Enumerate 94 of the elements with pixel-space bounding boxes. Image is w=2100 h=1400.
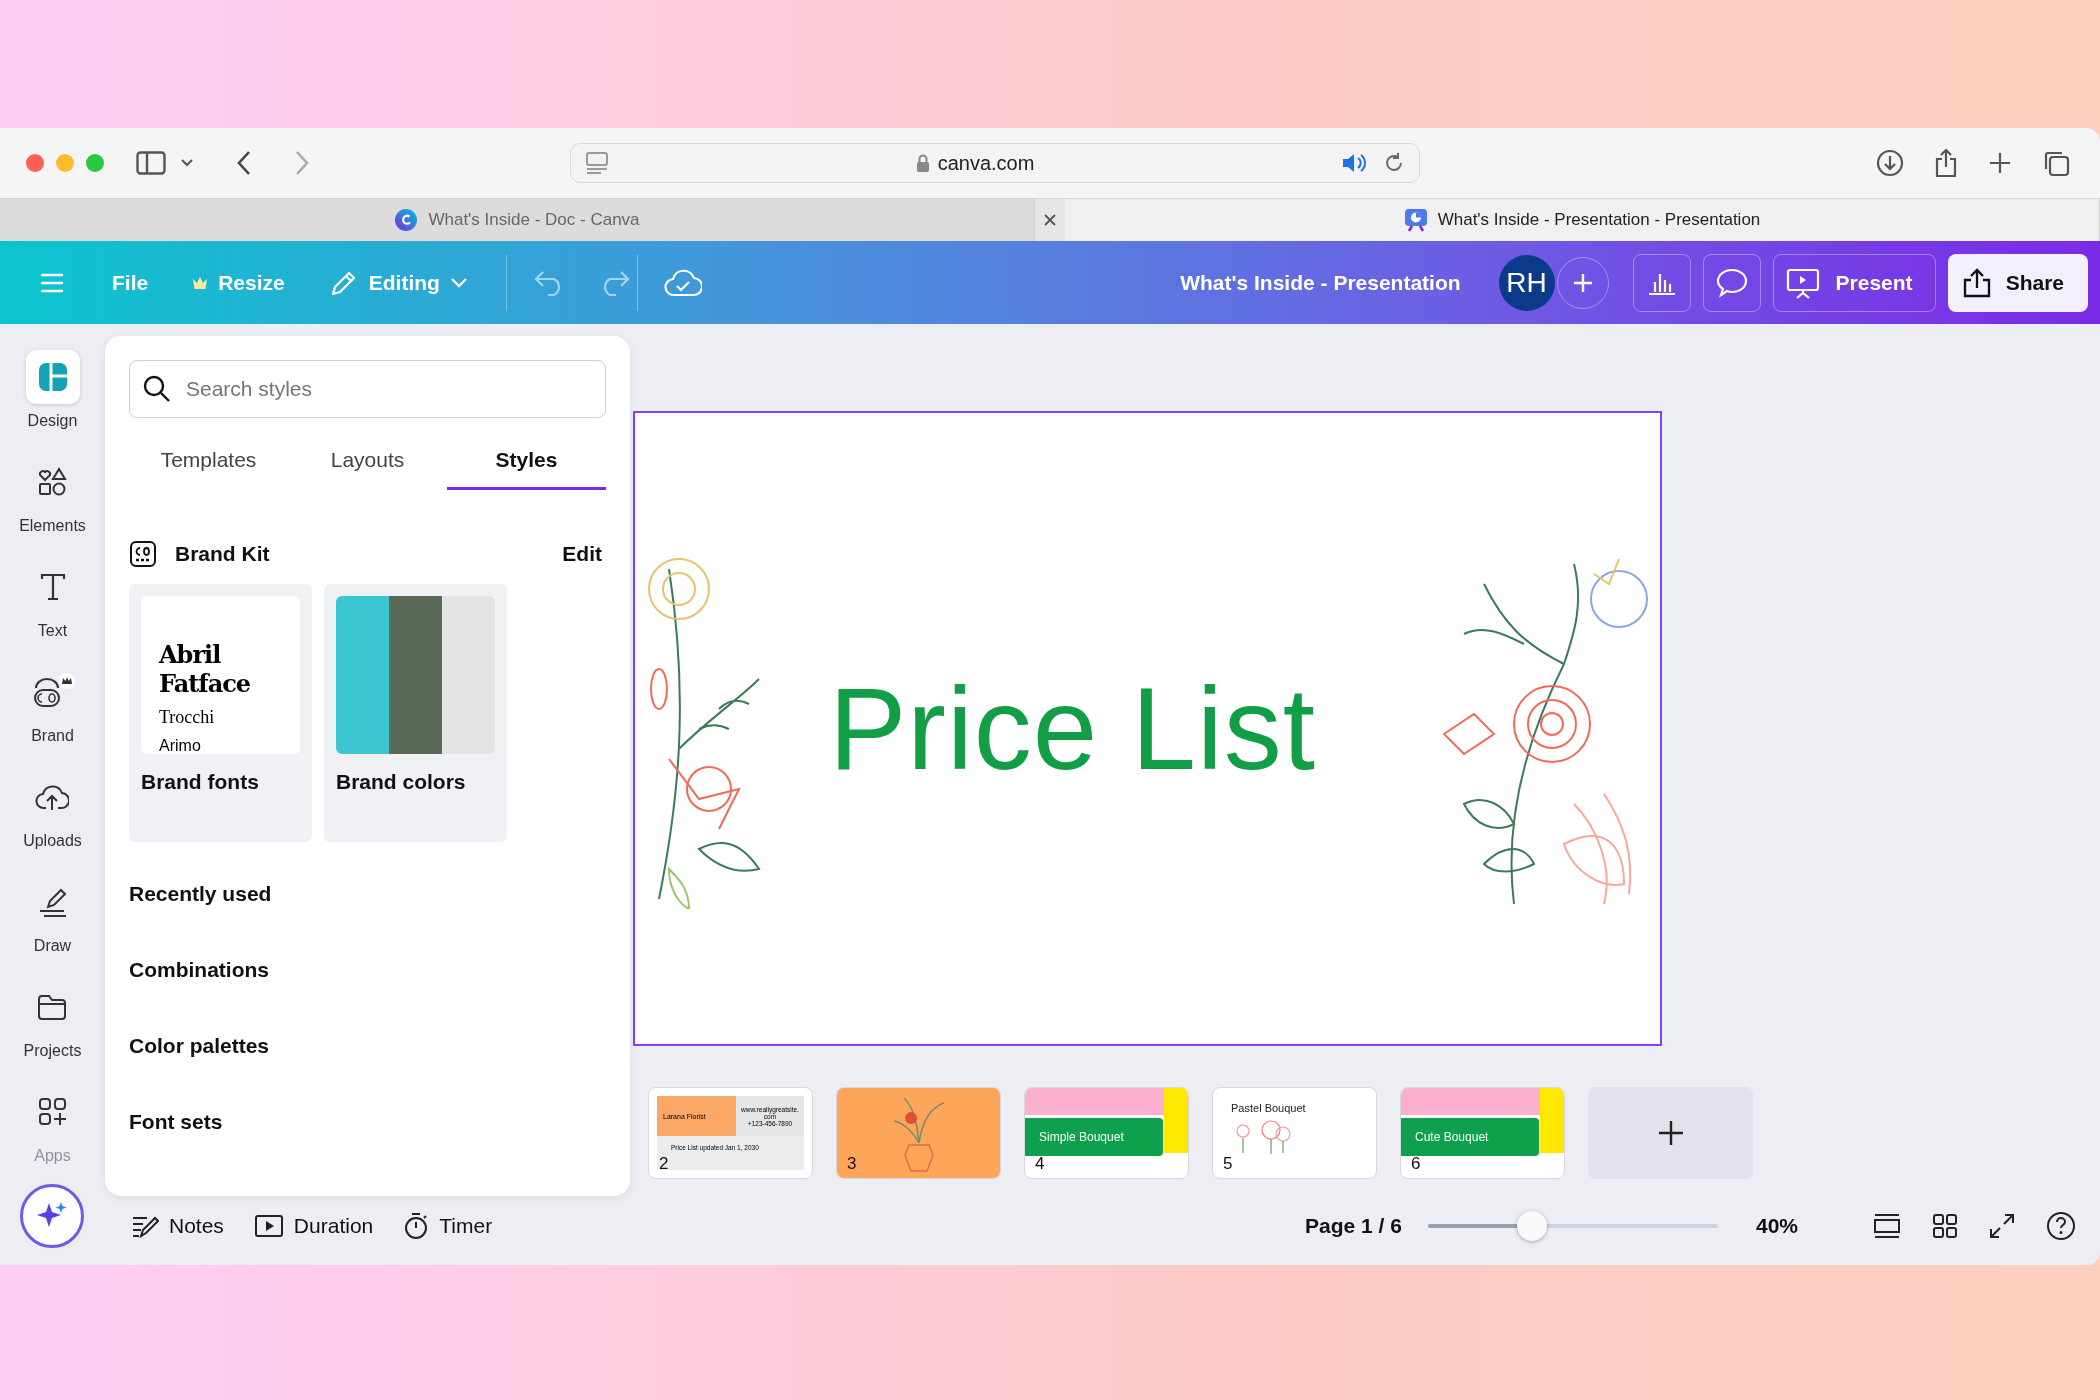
panel-tab[interactable]: Layouts: [288, 432, 447, 490]
insights-button[interactable]: [1632, 253, 1691, 312]
document-title[interactable]: What's Inside - Presentation: [1180, 270, 1461, 295]
browser-tab[interactable]: What's Inside - Presentation - Presentation: [1065, 199, 2100, 241]
panel-tab[interactable]: Templates: [129, 432, 288, 490]
plus-icon: [1657, 1120, 1684, 1146]
thumbnail-text: Simple Bouquet: [1025, 1118, 1163, 1156]
back-icon[interactable]: [236, 150, 252, 176]
close-window-button[interactable]: [26, 154, 44, 172]
page-number: 5: [1223, 1154, 1233, 1174]
shapes-icon: [37, 467, 68, 497]
search-icon: [143, 375, 171, 403]
page-number: 4: [1035, 1154, 1045, 1174]
grid-view-icon[interactable]: [1932, 1213, 1958, 1239]
section-title: Brand Kit: [175, 542, 270, 566]
sidebar-item[interactable]: Elements: [19, 455, 86, 535]
fullscreen-icon[interactable]: [1988, 1212, 2016, 1240]
presentation-screen-icon: [1785, 266, 1820, 299]
duration-button[interactable]: Duration: [247, 1210, 380, 1242]
page-thumbnail[interactable]: Pastel Bouquet 5: [1212, 1087, 1377, 1179]
brand-fonts-card[interactable]: Abril Fatface Trocchi Arimo Brand fonts: [129, 584, 312, 842]
share-icon[interactable]: [1934, 148, 1958, 178]
chevron-down-icon[interactable]: [180, 158, 194, 168]
play-box-icon: [253, 1214, 284, 1238]
folder-icon: [37, 993, 68, 1021]
plus-icon: [1572, 272, 1593, 293]
cloud-upload-icon: [35, 783, 70, 811]
page-number: 3: [847, 1154, 857, 1174]
page-thumbnail[interactable]: 3: [836, 1087, 1001, 1179]
edit-link[interactable]: Edit: [562, 542, 602, 566]
sidebar-item[interactable]: Projects: [23, 980, 82, 1060]
notes-icon: [131, 1214, 159, 1238]
panel-tab[interactable]: Styles: [447, 432, 606, 490]
page-number: 2: [659, 1154, 669, 1174]
present-button[interactable]: Present: [1772, 253, 1936, 312]
page-number: 6: [1411, 1154, 1421, 1174]
sidebar-item[interactable]: Draw: [25, 875, 80, 955]
timer-button[interactable]: Timer: [397, 1208, 499, 1244]
card-label: Brand fonts: [141, 770, 260, 794]
stopwatch-icon: [403, 1212, 430, 1240]
zoom-percentage[interactable]: 40%: [1755, 1214, 1798, 1238]
download-icon[interactable]: [1876, 149, 1904, 177]
help-icon[interactable]: [2046, 1211, 2076, 1241]
sidebar-icon[interactable]: [136, 151, 166, 175]
brand-kit-icon: [129, 540, 157, 568]
user-avatar[interactable]: RH: [1498, 254, 1555, 311]
new-tab-icon[interactable]: [1988, 151, 2012, 175]
thumbnail-text: Cute Bouquet: [1401, 1118, 1539, 1156]
speaker-icon[interactable]: [1341, 152, 1367, 174]
page-indicator[interactable]: Page 1 / 6: [1305, 1214, 1402, 1238]
font-name: Arimo: [159, 737, 202, 754]
address-bar[interactable]: canva.com: [570, 143, 1420, 183]
speech-bubble-icon: [1715, 267, 1748, 298]
sidebar-item[interactable]: Brand: [25, 665, 80, 745]
section-title[interactable]: Combinations: [129, 958, 606, 982]
layout-icon: [37, 362, 68, 392]
browser-tab[interactable]: What's Inside - Doc - Canva: [0, 199, 1035, 241]
font-name: Trocchi: [159, 707, 216, 728]
comment-button[interactable]: [1702, 253, 1761, 312]
brand-colors-card[interactable]: Brand colors: [324, 584, 507, 842]
page-thumbnail[interactable]: Simple Bouquet 4: [1024, 1087, 1189, 1179]
section-title[interactable]: Font sets: [129, 1110, 606, 1134]
font-name: Abril Fatface: [159, 640, 252, 698]
text-t-icon: [38, 572, 67, 602]
search-field[interactable]: Search styles: [129, 360, 606, 418]
cloud-check-icon[interactable]: [663, 267, 702, 298]
crown-icon: [192, 275, 209, 290]
card-label: Brand colors: [336, 770, 467, 794]
slide-canvas[interactable]: Price List: [635, 413, 1660, 1044]
sidebar-item[interactable]: Uploads: [23, 770, 82, 850]
reload-icon[interactable]: [1383, 152, 1405, 174]
thumbnail-text: Pastel Bouquet: [1231, 1102, 1307, 1114]
tabs-overview-icon[interactable]: [2042, 149, 2070, 177]
share-button[interactable]: Share: [1947, 253, 2088, 312]
page-icon: [585, 152, 609, 174]
accent-bar: [1540, 1088, 1564, 1153]
slide-title[interactable]: Price List: [829, 661, 1317, 796]
zoom-slider-thumb[interactable]: [1517, 1211, 1548, 1241]
presentation-icon: [1403, 208, 1428, 232]
lock-icon: [915, 154, 930, 172]
magic-button[interactable]: [20, 1184, 84, 1248]
section-title[interactable]: Color palettes: [129, 1034, 606, 1058]
apps-grid-icon: [37, 1097, 68, 1127]
sidebar-item[interactable]: Text: [25, 560, 80, 640]
page-thumbnail[interactable]: Cute Bouquet 6: [1400, 1087, 1565, 1179]
notes-button[interactable]: Notes: [125, 1210, 230, 1242]
upload-icon: [1961, 267, 1992, 298]
slide-view-icon[interactable]: [1872, 1213, 1902, 1239]
close-tab-icon[interactable]: [1043, 213, 1057, 227]
canva-logo-icon: [394, 208, 419, 232]
url-text: canva.com: [937, 151, 1035, 175]
chevron-down-icon: [449, 276, 468, 289]
section-title[interactable]: Recently used: [129, 882, 606, 906]
accent-bar: [1164, 1088, 1188, 1153]
